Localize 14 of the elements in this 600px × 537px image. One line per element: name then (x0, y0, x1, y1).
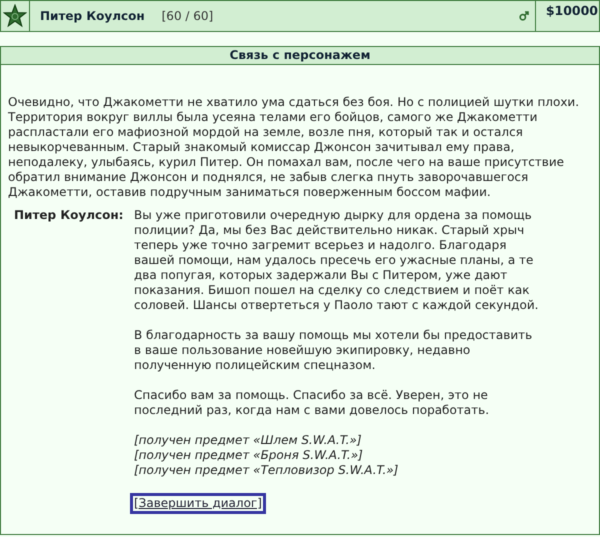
health-count: [60 / 60] (162, 9, 214, 23)
received-item-text: [получен предмет «Тепловизор S.W.A.T.»] (134, 463, 400, 478)
narrative-text: Очевидно, что Джакометти не хватило ума сдаться без боя. Но с полицией шутки плохи. Территория вокруг виллы была усеяна телами его бойцов, самого же Джакометти распластали его мафиозной мордой на земле, возле пня, который так и остался невыкорчеванным. Старый знакомый комиссар Джонсон зачитывал ему права, неподалеку, улыбаясь, курил Питер. Он помахал вам, после чего на ваше присутствие обратил внимание Джонсон и поднялся, не забыв слегка пнуть заворочавшегося Джакометти, оставив подручным заниматься поверженным боссом мафии. (8, 95, 580, 200)
end-dialog-link[interactable]: [Завершить диалог] (130, 493, 266, 514)
reply-paragraph: Вы уже приготовили очередную дырку для ордена за помощь полиции? Да, мы без Вас действительно никак. Старый хрыч теперь уже точно загремит всерьез и надолго. Благодаря вашей помощи, нам удалось пресечь его ужасные планы, а те два попугая, которых задержали Вы с Питером, уже дают показания. Бишоп пошел на сделку со следствием и поёт как соловей. Шансы отвертеться у Паоло тают с каждой секундой. (134, 208, 539, 313)
character-name: Питер Коулсон (40, 9, 145, 23)
money-amount: $10000 (546, 3, 598, 18)
reply-paragraph: Спасибо вам за помощь. Спасибо за всё. Уверен, это не последний раз, когда нам с вами довелось поработать. (134, 388, 490, 418)
received-item-text: [получен предмет «Шлем S.W.A.T.»] (134, 433, 363, 448)
panel-title: Связь с персонажем (1, 47, 599, 65)
received-item-text: [получен предмет «Броня S.W.A.T.»] (134, 448, 364, 463)
male-icon (519, 11, 529, 21)
reply-paragraph: В благодарность за вашу помощь мы хотели бы предоставить в ваше пользование новейшую экипировку, недавно полученную полицейским спецназом. (134, 328, 534, 373)
speaker-name: Питер Коулсон: (13, 208, 124, 224)
